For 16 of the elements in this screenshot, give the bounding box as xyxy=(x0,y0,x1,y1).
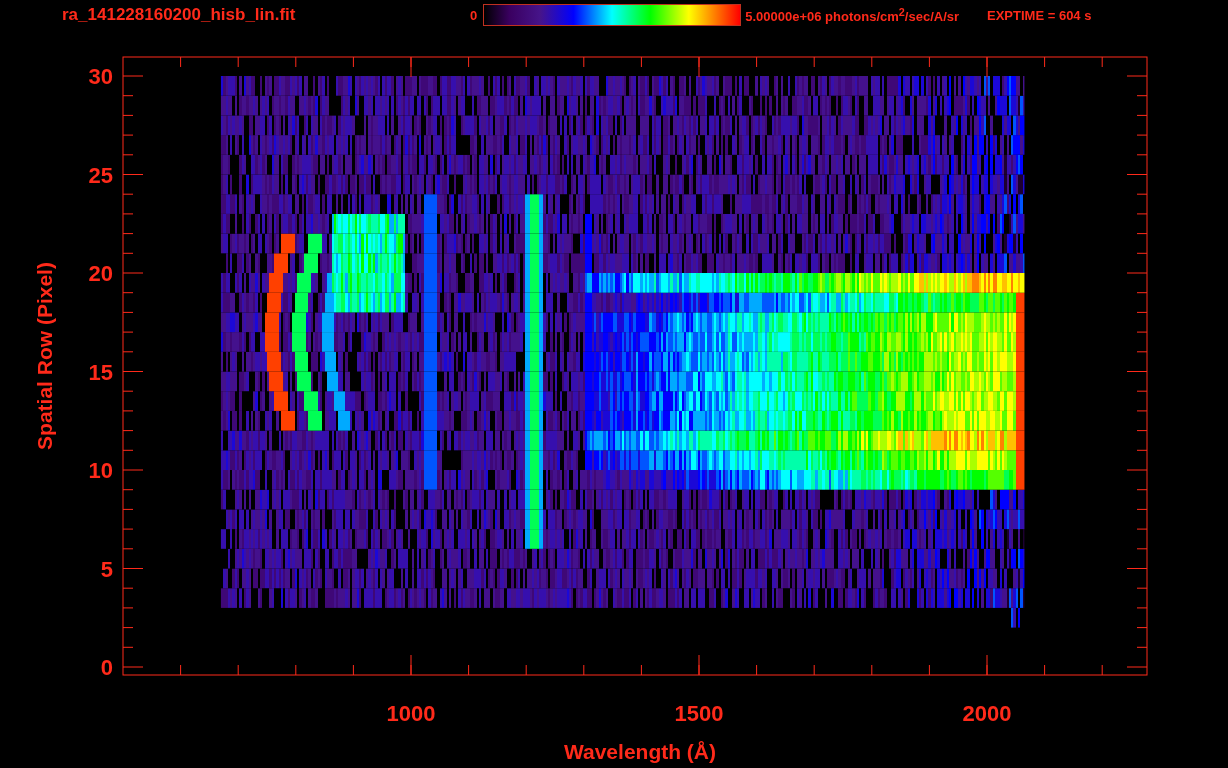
y-axis-title: Spatial Row (Pixel) xyxy=(33,262,56,450)
colorbar-min-label: 0 xyxy=(470,7,478,23)
tick-label: 30 xyxy=(88,64,113,89)
colorbar-max-label: 5.00000e+06 photons/cm$^{2}$/sec/A/sr xyxy=(745,5,960,25)
tick-label: 1500 xyxy=(674,701,724,726)
tick-label: 15 xyxy=(88,359,113,385)
tick-label: 0 xyxy=(100,655,113,680)
tick-label: 1000 xyxy=(386,701,436,726)
tick-label: 25 xyxy=(88,162,113,188)
file-title: ra_141228160200_hisb_lin.fit xyxy=(62,5,297,25)
tick-label: 5 xyxy=(100,556,113,582)
exposure-time-label: EXPTIME = 604 s xyxy=(987,7,1092,23)
tick-label: 20 xyxy=(88,261,113,286)
x-axis-title: Wavelength (Å) xyxy=(563,740,717,763)
tick-label: 2000 xyxy=(962,701,1012,726)
tick-label: 10 xyxy=(88,458,113,483)
